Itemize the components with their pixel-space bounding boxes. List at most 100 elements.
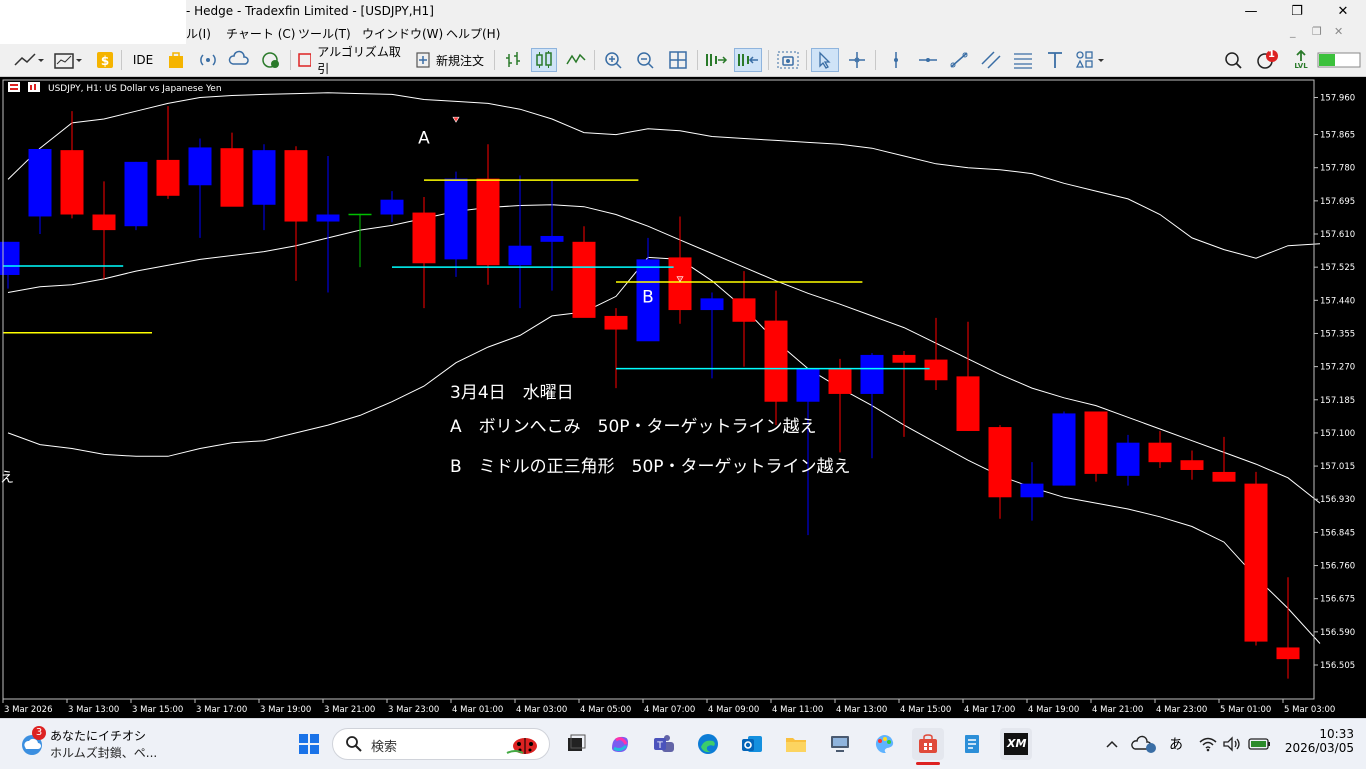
ladybug-icon [506,738,537,754]
outlook-icon[interactable] [736,728,768,760]
start-button[interactable] [293,728,325,760]
menu-item-window[interactable]: ウインドウ(W) [362,25,443,42]
toolbar: $ IDE アルゴリズム取引 新規注文 1 LVL [0,44,1366,77]
zoom-in-icon[interactable] [602,48,626,72]
candle [892,351,916,437]
bar-chart-icon[interactable] [501,48,525,72]
vps-cloud-icon[interactable] [228,48,250,72]
vertical-line-icon[interactable] [884,48,908,72]
y-tick-label: 157.610 [1320,230,1355,240]
notepad-icon[interactable] [956,728,988,760]
xm-terminal-icon[interactable]: XM [1000,728,1032,760]
new-order-button[interactable]: 新規注文 [412,48,488,72]
title-bar: - Hedge - Tradexfin Limited - [USDJPY,H1… [0,0,1366,22]
candle [156,106,180,199]
mdi-restore-button[interactable]: ❐ [1312,25,1322,38]
candle [1084,411,1108,482]
maximize-button[interactable]: ❐ [1274,0,1320,22]
algo-trading-button[interactable]: アルゴリズム取引 [298,45,408,76]
news-widget[interactable]: あなたにイチオシ ホルムズ封鎖、ペ... [50,727,170,761]
menu-item-chart[interactable]: チャート (C) [226,25,295,42]
x-tick-label: 3 Mar 15:00 [132,705,183,715]
search-box[interactable]: 検索 [332,728,550,760]
crosshair-icon[interactable] [845,48,869,72]
ide-button[interactable]: IDE [128,48,158,72]
candle [220,132,244,207]
candle-body [668,257,692,311]
mdi-minimize-button[interactable]: _ [1290,25,1296,38]
mdi-close-button[interactable]: ✕ [1334,25,1343,38]
fibonacci-icon[interactable] [1011,48,1035,72]
weather-widget-icon[interactable]: 3 [18,726,46,758]
task-view-icon[interactable] [560,728,592,760]
shapes-icon[interactable] [1073,48,1109,72]
signals-icon[interactable] [197,48,219,72]
candle-body [28,148,52,217]
price-chart[interactable]: 157.960 157.865 157.780 157.695 157.610 157.5… [0,78,1366,718]
remote-desktop-icon[interactable] [824,728,856,760]
candle [444,171,468,277]
trendline-icon[interactable] [947,48,971,72]
cursor-icon[interactable] [811,48,839,72]
screenshot-icon[interactable] [775,48,801,72]
menu-item-tools[interactable]: ツール(T) [298,25,351,42]
menu-item-insert[interactable]: ル(I) [186,25,211,42]
y-tick-label: 157.270 [1320,363,1355,373]
candle-body [1180,460,1204,470]
candle-body [796,368,820,402]
minimize-button[interactable]: — [1228,0,1274,22]
x-tick-label: 3 Mar 23:00 [388,705,439,715]
menu-item-help[interactable]: ヘルプ(H) [446,25,500,42]
candle [828,358,852,453]
candle [1148,430,1172,469]
close-button[interactable]: ✕ [1320,0,1366,22]
line-graph-icon[interactable] [564,48,588,72]
annotation-line-b: B ミドルの正三角形 50P・ターゲットライン越え [450,457,851,477]
paint-icon[interactable] [868,728,900,760]
line-chart-icon[interactable] [10,48,46,72]
channel-icon[interactable] [979,48,1003,72]
connection-bar-icon [1316,48,1362,72]
chart-area[interactable]: 157.960 157.865 157.780 157.695 157.610 157.5… [0,78,1366,718]
level-signal-icon[interactable]: LVL [1290,48,1312,72]
copilot-icon[interactable] [604,728,636,760]
chart-shift-icon[interactable] [734,48,762,72]
candle [92,181,116,279]
file-explorer-icon[interactable] [780,728,812,760]
battery-icon[interactable] [1246,728,1274,760]
edge-browser-icon[interactable] [692,728,724,760]
market-bag-icon[interactable] [166,48,186,72]
teams-icon[interactable]: T [648,728,680,760]
candle-body [604,315,628,330]
candle-body [1020,483,1044,498]
chevron-up-icon[interactable] [1102,728,1122,760]
search-icon[interactable] [1222,48,1246,72]
wifi-icon[interactable] [1196,728,1220,760]
clock[interactable]: 10:33 2026/03/05 [1276,727,1354,755]
community-icon[interactable] [260,48,282,72]
horizontal-line-icon[interactable] [916,48,940,72]
volume-icon[interactable] [1220,728,1244,760]
chart-template-icon[interactable] [50,48,86,72]
x-tick-label: 4 Mar 19:00 [1028,705,1079,715]
tile-windows-icon[interactable] [666,48,690,72]
candle-body [828,368,852,394]
store-icon[interactable] [912,728,944,765]
candle [284,146,308,281]
dollar-icon[interactable]: $ [96,48,114,72]
candle [604,308,628,389]
candlestick-icon[interactable] [531,48,557,72]
candle-body [1084,411,1108,474]
candle-body [1276,647,1300,660]
auto-scroll-icon[interactable] [703,48,729,72]
candle-body [60,150,84,215]
candle-body [988,427,1012,498]
y-tick-label: 157.015 [1320,462,1355,472]
notifications-icon[interactable]: 1 [1254,48,1282,72]
cloud-sync-icon[interactable] [1130,728,1160,760]
arrow-marker-icon [452,116,460,123]
ime-indicator[interactable]: あ [1164,728,1188,760]
candle-body [444,178,468,260]
text-tool-icon[interactable] [1043,48,1067,72]
zoom-out-icon[interactable] [634,48,658,72]
